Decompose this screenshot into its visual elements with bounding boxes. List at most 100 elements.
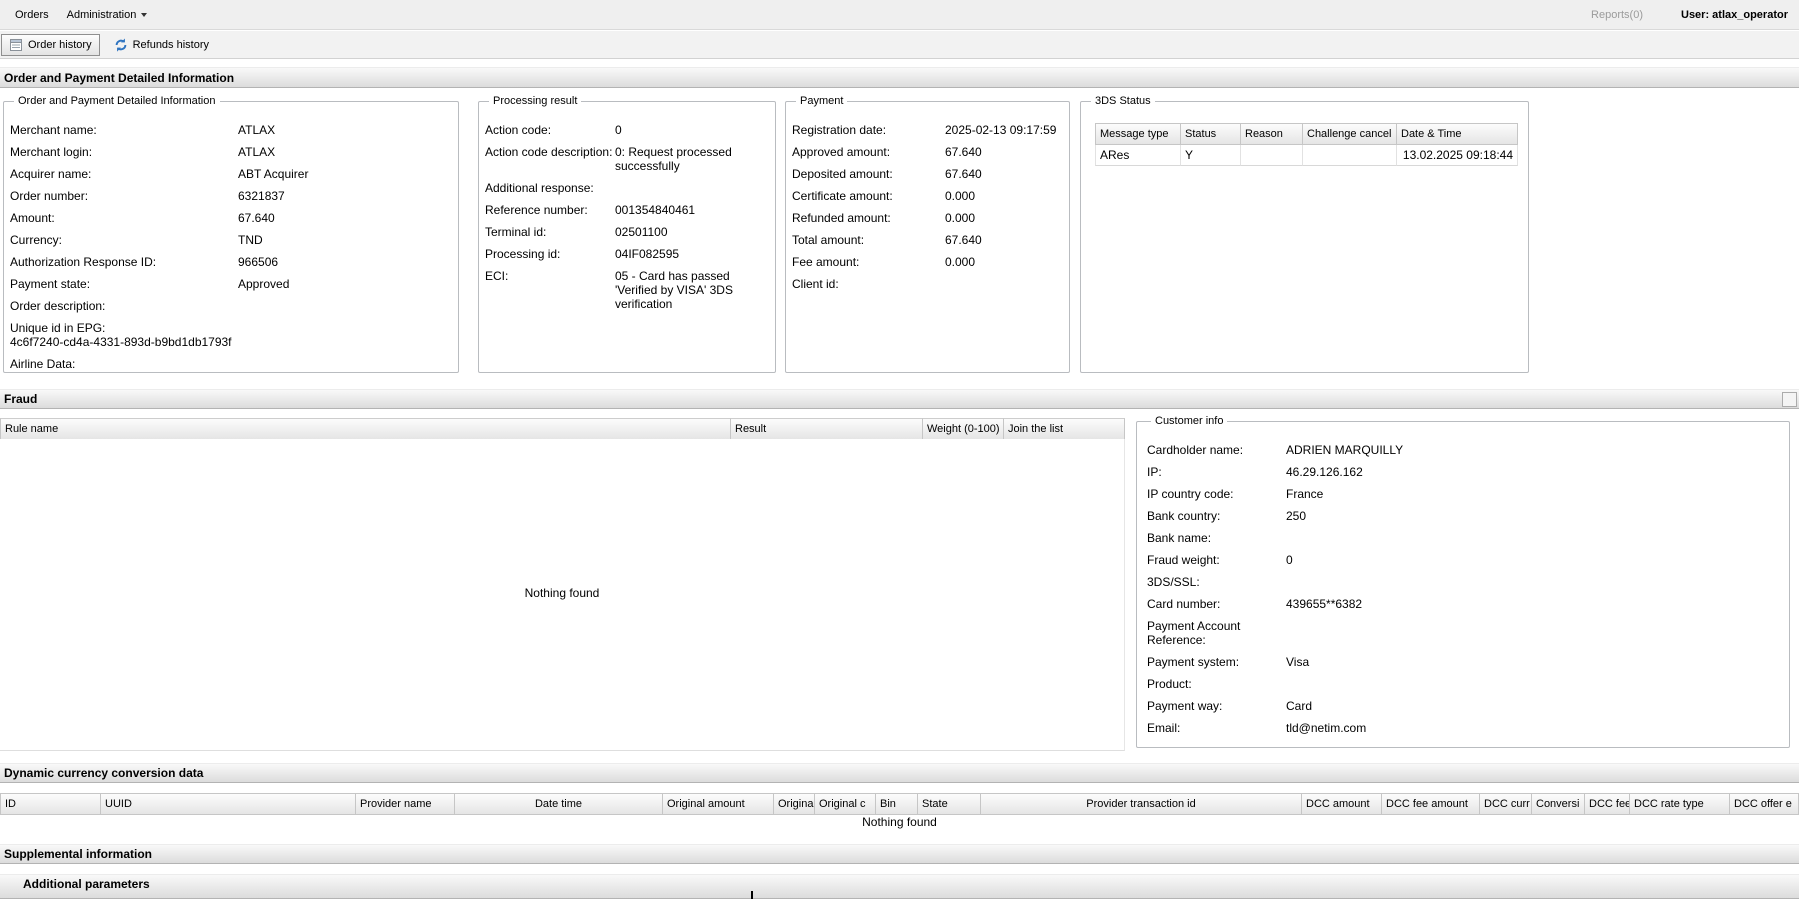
fraud-section-header: Fraud [0, 389, 1799, 409]
field-row: Bank name: [1147, 531, 1783, 545]
field-label: IP country code: [1147, 487, 1286, 501]
field-label: Email: [1147, 721, 1286, 735]
field-row: Reference number:001354840461 [485, 203, 769, 217]
table-cell [1241, 145, 1303, 166]
field-label: Total amount: [792, 233, 945, 247]
column-header[interactable]: Original f [774, 793, 815, 815]
menubar: Orders Administration Reports(0) User: a… [0, 0, 1799, 30]
field-label: Registration date: [792, 123, 945, 137]
menu-administration-label: Administration [67, 9, 137, 21]
field-label: Order number: [10, 189, 238, 203]
field-value: 0 [1286, 553, 1293, 567]
additional-parameters-section-header: Additional parameters [0, 874, 1799, 899]
column-header[interactable]: Conversi [1532, 793, 1585, 815]
column-header[interactable]: DCC curr [1480, 793, 1532, 815]
column-header[interactable]: Original amount [663, 793, 774, 815]
field-label: Card number: [1147, 597, 1286, 611]
menu-orders[interactable]: Orders [6, 5, 58, 25]
field-label: Unique id in EPG: [10, 321, 238, 335]
column-header[interactable]: Join the list [1004, 418, 1125, 440]
field-label: Processing id: [485, 247, 615, 261]
field-value: 4c6f7240-cd4a-4331-893d-b9bd1db1793f [10, 335, 232, 349]
field-value: Card [1286, 699, 1312, 713]
dcc-table-header: ID UUID Provider name Date time Original… [0, 793, 1799, 815]
screen: Orders Administration Reports(0) User: a… [0, 0, 1799, 899]
refresh-arrows-icon [114, 38, 128, 52]
field-label: Fraud weight: [1147, 553, 1286, 567]
field-value: 02501100 [615, 225, 750, 239]
field-label: Payment system: [1147, 655, 1286, 669]
order-history-button[interactable]: Order history [1, 34, 100, 56]
field-label: Payment state: [10, 277, 238, 291]
field-label: Acquirer name: [10, 167, 238, 181]
field-row: Additional response: [485, 181, 769, 195]
table-row[interactable]: ARes Y 13.02.2025 09:18:44 [1095, 145, 1518, 166]
column-header[interactable]: UUID [101, 793, 356, 815]
field-row: Acquirer name:ABT Acquirer [10, 167, 452, 181]
column-header[interactable]: Reason [1241, 123, 1303, 145]
column-header[interactable]: Date & Time [1397, 123, 1518, 145]
field-row: Order description: [10, 299, 452, 313]
field-row: Card number:439655**6382 [1147, 597, 1783, 611]
column-header[interactable]: DCC fee amount [1382, 793, 1480, 815]
field-value: 05 - Card has passed 'Verified by VISA' … [615, 269, 750, 311]
field-row: IP country code:France [1147, 487, 1783, 501]
column-header[interactable]: State [918, 793, 981, 815]
column-header[interactable]: Bin [876, 793, 918, 815]
column-header[interactable]: Challenge cancel [1303, 123, 1397, 145]
field-label: ECI: [485, 269, 615, 283]
column-header[interactable]: DCC offer e [1730, 793, 1799, 815]
field-row: Merchant login:ATLAX [10, 145, 452, 159]
field-row: Payment way:Card [1147, 699, 1783, 713]
column-header[interactable]: Message type [1095, 123, 1181, 145]
field-row: Payment state:Approved [10, 277, 452, 291]
column-header[interactable]: Status [1181, 123, 1241, 145]
field-label: Cardholder name: [1147, 443, 1286, 457]
column-header[interactable]: Rule name [0, 418, 731, 440]
column-header[interactable]: ID [0, 793, 101, 815]
column-header[interactable]: Provider name [356, 793, 455, 815]
field-value: 67.640 [238, 211, 275, 225]
column-header[interactable]: Result [731, 418, 923, 440]
refunds-history-label: Refunds history [133, 39, 209, 51]
order-history-icon [9, 38, 23, 52]
additional-parameters-title: Additional parameters [23, 877, 150, 891]
table-cell: Y [1181, 145, 1241, 166]
field-label: Fee amount: [792, 255, 945, 269]
reports-link[interactable]: Reports(0) [1591, 9, 1643, 21]
field-row: Registration date:2025-02-13 09:17:59 [792, 123, 1063, 137]
menu-administration[interactable]: Administration [58, 5, 157, 25]
field-value: France [1286, 487, 1323, 501]
field-row: Product: [1147, 677, 1783, 691]
column-header[interactable]: Provider transaction id [981, 793, 1302, 815]
field-label: Airline Data: [10, 357, 238, 371]
field-row: Unique id in EPG:4c6f7240-cd4a-4331-893d… [10, 321, 452, 349]
column-header[interactable]: Date time [455, 793, 663, 815]
field-value: 966506 [238, 255, 278, 269]
field-row: Order number:6321837 [10, 189, 452, 203]
field-value: 6321837 [238, 189, 285, 203]
field-value: 0: Request processed successfully [615, 145, 750, 173]
field-row: IP:46.29.126.162 [1147, 465, 1783, 479]
field-value: 0.000 [945, 255, 975, 269]
table-cell: 13.02.2025 09:18:44 [1397, 145, 1518, 166]
column-header[interactable]: Original c [815, 793, 876, 815]
column-header[interactable]: DCC amount [1302, 793, 1382, 815]
field-row: 3DS/SSL: [1147, 575, 1783, 589]
column-header[interactable]: DCC fee [1585, 793, 1630, 815]
field-row: ECI:05 - Card has passed 'Verified by VI… [485, 269, 769, 311]
column-header[interactable]: DCC rate type [1630, 793, 1730, 815]
collapse-toggle-button[interactable] [1782, 392, 1797, 407]
processing-result-panel: Processing result Action code:0 Action c… [478, 95, 776, 373]
table-cell: ARes [1095, 145, 1181, 166]
field-row: Fraud weight:0 [1147, 553, 1783, 567]
field-row: Fee amount:0.000 [792, 255, 1063, 269]
customer-info-panel: Customer info Cardholder name:ADRIEN MAR… [1136, 415, 1790, 748]
field-label: Bank country: [1147, 509, 1286, 523]
refunds-history-button[interactable]: Refunds history [106, 34, 217, 56]
field-value: 0.000 [945, 189, 975, 203]
field-label: Amount: [10, 211, 238, 225]
fraud-table-header: Rule name Result Weight (0-100) Join the… [0, 418, 1125, 440]
column-header[interactable]: Weight (0-100) [923, 418, 1004, 440]
field-row: Client id: [792, 277, 1063, 291]
